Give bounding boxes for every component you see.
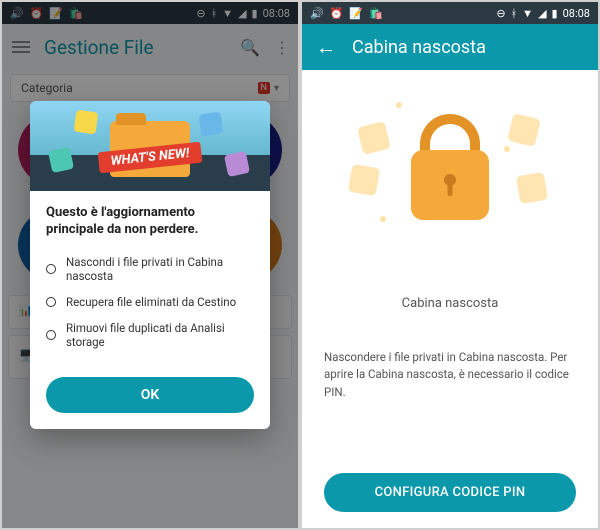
file-icon [516, 172, 548, 204]
bullet-icon [46, 297, 56, 307]
feature-text: Nascondi i file privati in Cabina nascos… [66, 255, 254, 283]
bluetooth-icon: ᚼ [511, 7, 518, 20]
file-icon [507, 113, 541, 147]
volume-icon: 🔊 [310, 7, 324, 20]
clock: 08:08 [563, 7, 590, 20]
phone-left: 🔊 ⏰ 📝 🛍️ ⊖ ᚼ ▼ ◢ ▮ 08:08 Gestione File 🔍… [2, 2, 298, 528]
bullet-icon [46, 330, 56, 340]
feature-item: Rimuovi file duplicati da Analisi storag… [46, 315, 254, 355]
signal-icon: ◢ [538, 7, 546, 20]
sparkle-icon [504, 146, 510, 152]
modal-overlay: WHAT'S NEW! Questo è l'aggiornamento pri… [2, 2, 298, 528]
sparkle-icon [380, 216, 386, 222]
hero-tile-icon [74, 110, 99, 135]
shop-icon: 🛍️ [369, 7, 383, 20]
file-icon [357, 121, 391, 155]
appbar: ← Cabina nascosta [302, 24, 598, 70]
back-icon[interactable]: ← [316, 35, 336, 60]
battery-icon: ▮ [552, 7, 558, 20]
hidden-cabin-body: Cabina nascosta Nascondere i file privat… [302, 70, 598, 528]
wifi-icon: ▼ [522, 7, 533, 20]
hero-tile-icon [224, 151, 250, 177]
dnd-icon: ⊖ [496, 7, 505, 20]
feature-item: Recupera file eliminati da Cestino [46, 289, 254, 315]
page-title: Cabina nascosta [352, 37, 486, 58]
modal-hero: WHAT'S NEW! [30, 101, 270, 191]
keyhole-icon [444, 174, 456, 186]
sparkle-icon [396, 102, 402, 108]
note-icon: 📝 [349, 7, 363, 20]
phone-right: 🔊 ⏰ 📝 🛍️ ⊖ ᚼ ▼ ◢ ▮ 08:08 ← Cabina nascos… [302, 2, 598, 528]
file-icon [348, 164, 380, 196]
lock-illustration [350, 96, 550, 246]
section-title: Cabina nascosta [402, 296, 499, 311]
feature-item: Nascondi i file privati in Cabina nascos… [46, 249, 254, 289]
whats-new-modal: WHAT'S NEW! Questo è l'aggiornamento pri… [30, 101, 270, 429]
feature-text: Rimuovi file duplicati da Analisi storag… [66, 321, 254, 349]
hero-tile-icon [48, 147, 74, 173]
statusbar: 🔊 ⏰ 📝 🛍️ ⊖ ᚼ ▼ ◢ ▮ 08:08 [302, 2, 598, 24]
configure-pin-button[interactable]: CONFIGURA CODICE PIN [324, 473, 576, 512]
ok-button[interactable]: OK [46, 377, 254, 413]
hero-tile-icon [199, 112, 224, 137]
alarm-icon: ⏰ [330, 7, 344, 20]
modal-title: Questo è l'aggiornamento principale da n… [46, 205, 254, 239]
section-description: Nascondere i file privati in Cabina nasc… [324, 349, 576, 401]
bullet-icon [46, 264, 56, 274]
feature-text: Recupera file eliminati da Cestino [66, 295, 236, 309]
